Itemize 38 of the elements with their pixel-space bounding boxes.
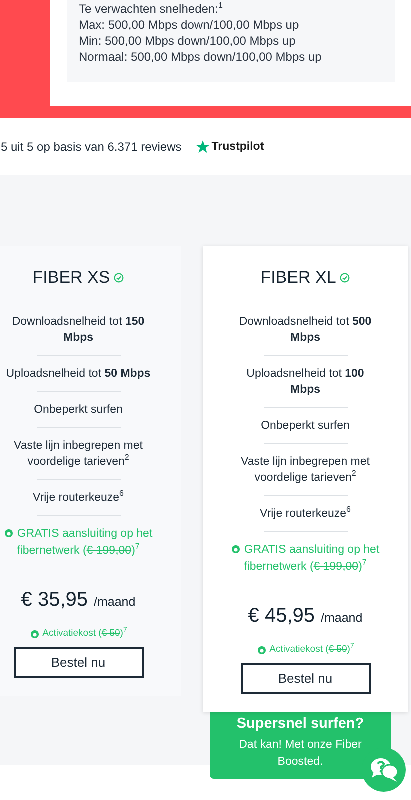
plan-feature: Uploadsnelheid tot 100 Mbps <box>246 367 366 398</box>
star-icon <box>196 140 210 154</box>
trustpilot-logo: Trustpilot <box>212 140 264 152</box>
speed-heading: Te verwachten snelheden:$^{1}$ <box>79 1 224 17</box>
speed-line: Min: 500,00 Mbps down/100,00 Mbps up <box>79 33 297 49</box>
price-period: /maand <box>321 611 363 625</box>
check-circle-icon <box>340 273 350 283</box>
plan-feature: Onbeperkt surfen <box>261 419 350 434</box>
promo-text: GRATIS aansluiting op het fibernetwerk (€ 199,00)$^{7}$ <box>0 526 169 559</box>
price-period: /maand <box>94 595 136 609</box>
promo-text: GRATIS aansluiting op het fibernetwerk (€ 199,00)$^{7}$ <box>215 542 396 575</box>
price: € 35,95 <box>21 589 88 612</box>
plan-feature: Uploadsnelheid tot 50 Mbps <box>6 367 151 382</box>
plan-title: FIBER XS <box>32 268 110 288</box>
banner-title: Supersnel surfen? <box>236 716 366 732</box>
activation-fee: Activatiekost (€ 50)$^{7}$ <box>270 644 354 655</box>
plan-title: FIBER XL <box>260 268 336 288</box>
plan-feature: Vrije routerkeuze$^{6}$ <box>260 506 351 522</box>
speed-line: Normaal: 500,00 Mbps down/100,00 Mbps up <box>79 49 323 65</box>
activation-fee: Activatiekost (€ 50)$^{7}$ <box>42 628 128 639</box>
flame-icon <box>30 628 40 638</box>
chat-bubbles-icon <box>369 757 399 783</box>
flame-icon <box>231 544 242 554</box>
plan-feature: Downloadsnelheid tot 150 Mbps <box>11 315 146 346</box>
plan-feature: Vaste lijn inbegrepen met voordelige tarieven$^{2}$ <box>13 439 144 470</box>
review-summary: 5 uit 5 op basis van 6.371 reviews <box>1 140 182 154</box>
flame-icon <box>4 528 14 538</box>
price: € 45,95 <box>248 605 316 628</box>
speed-line: Max: 500,00 Mbps down/100,00 Mbps up <box>79 17 300 33</box>
banner-text: Dat kan! Met onze Fiber Boosted. <box>238 738 363 770</box>
plan-feature: Vaste lijn inbegrepen met voordelige tarieven$^{2}$ <box>240 455 371 486</box>
order-button[interactable]: Bestel nu <box>240 663 370 694</box>
plan-feature: Vrije routerkeuze$^{6}$ <box>33 490 124 506</box>
plan-feature: Onbeperkt surfen <box>34 403 123 418</box>
plan-feature: Downloadsnelheid tot 500 Mbps <box>238 315 373 346</box>
flame-icon <box>256 644 267 654</box>
order-button[interactable]: Bestel nu <box>14 647 144 678</box>
check-circle-icon <box>114 273 124 283</box>
